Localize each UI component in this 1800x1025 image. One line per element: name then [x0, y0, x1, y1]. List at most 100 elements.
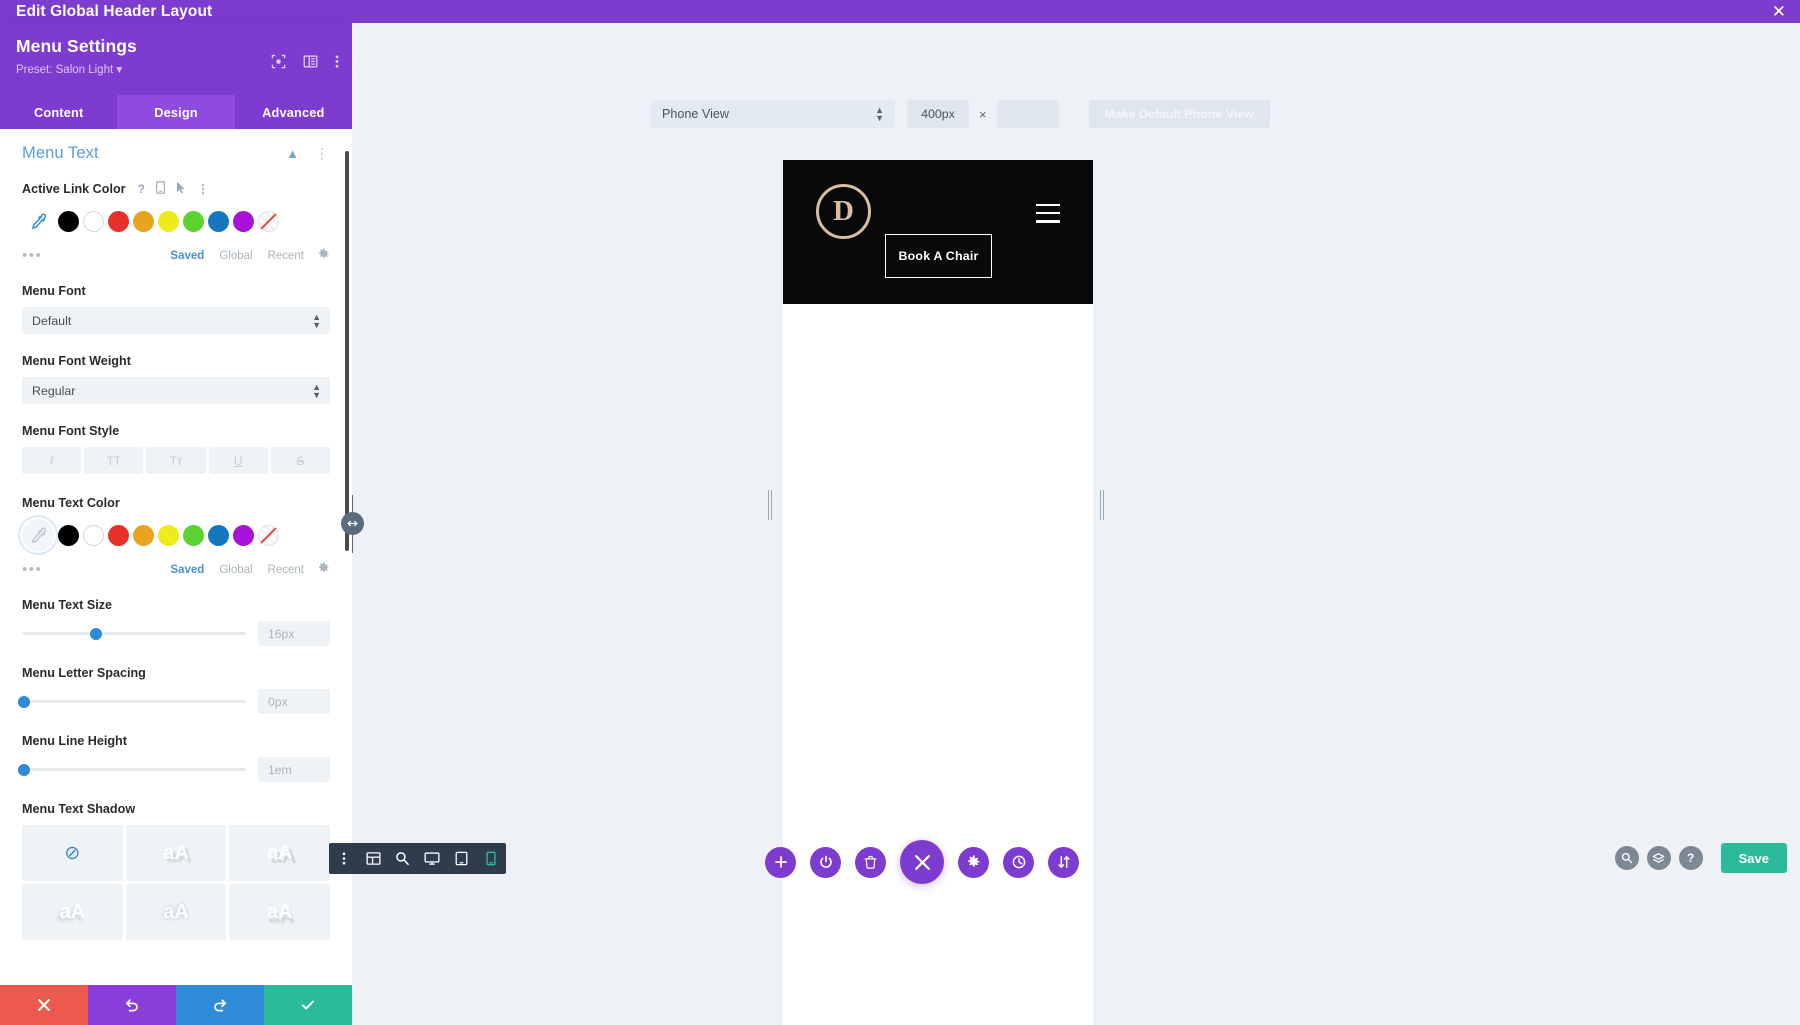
- view-controls: Phone View ▲ ▼ 400px × Make Default Phone…: [650, 100, 1270, 128]
- tablet-view-icon[interactable]: [447, 843, 477, 874]
- italic-button[interactable]: I: [22, 447, 82, 474]
- swatch-white[interactable]: [83, 210, 104, 232]
- swatch-yellow[interactable]: [158, 210, 179, 232]
- preview-header-module[interactable]: D Book A Chair: [783, 160, 1093, 304]
- view-mode-select[interactable]: Phone View ▲ ▼: [650, 100, 895, 128]
- more-options-icon[interactable]: [329, 843, 359, 874]
- slider-knob[interactable]: [18, 763, 31, 776]
- panel-resize-handle[interactable]: [341, 512, 364, 535]
- swatch-transparent[interactable]: [258, 210, 279, 232]
- uppercase-button[interactable]: TT: [84, 447, 144, 474]
- eyedropper-icon[interactable]: [22, 205, 54, 237]
- site-logo[interactable]: D: [816, 184, 871, 239]
- color-tab-saved[interactable]: Saved: [170, 250, 204, 262]
- make-default-phone-view-button[interactable]: Make Default Phone View: [1088, 100, 1270, 128]
- swatch-green[interactable]: [183, 524, 204, 546]
- save-button[interactable]: Save: [1720, 843, 1787, 873]
- help-icon[interactable]: ?: [138, 183, 145, 195]
- discard-button[interactable]: [0, 985, 88, 1025]
- text-shadow-option-1[interactable]: aA: [125, 825, 227, 881]
- menu-font-weight-select[interactable]: Regular ▲ ▼: [22, 377, 330, 404]
- swatch-red[interactable]: [108, 524, 129, 546]
- color-tab-global[interactable]: Global: [219, 564, 252, 576]
- swatch-purple[interactable]: [233, 210, 254, 232]
- underline-button[interactable]: U: [208, 447, 268, 474]
- save-changes-button[interactable]: [264, 985, 352, 1025]
- capitalize-button[interactable]: Tᴛ: [146, 447, 206, 474]
- menu-font-select[interactable]: Default ▲ ▼: [22, 307, 330, 334]
- menu-line-height-input[interactable]: 1em: [258, 757, 330, 782]
- viewport-height-input[interactable]: [996, 100, 1059, 128]
- more-vertical-icon[interactable]: ⋮: [197, 183, 209, 195]
- preview-resize-handle-left[interactable]: [766, 488, 773, 522]
- menu-line-height-slider[interactable]: [18, 763, 246, 776]
- toggle-builder-button[interactable]: [810, 846, 841, 878]
- color-tab-saved[interactable]: Saved: [170, 564, 204, 576]
- phone-view-icon[interactable]: [477, 843, 507, 874]
- text-shadow-none-option[interactable]: ⊘: [22, 825, 123, 881]
- close-icon[interactable]: ✕: [1772, 2, 1786, 21]
- menu-text-size-input[interactable]: 16px: [258, 621, 330, 646]
- zoom-view-icon[interactable]: [388, 843, 418, 874]
- menu-text-size-slider[interactable]: [22, 627, 246, 640]
- swatch-green[interactable]: [183, 210, 204, 232]
- swatch-white[interactable]: [83, 524, 104, 546]
- redo-button[interactable]: [176, 985, 264, 1025]
- layout-columns-icon[interactable]: [303, 54, 318, 74]
- more-colors-icon[interactable]: •••: [22, 247, 155, 264]
- slider-knob[interactable]: [89, 627, 102, 640]
- section-menu-text-header[interactable]: Menu Text ▲ ⋮: [22, 129, 330, 181]
- viewport-width-input[interactable]: 400px: [907, 100, 969, 128]
- add-section-button[interactable]: [765, 846, 796, 878]
- swatch-blue[interactable]: [208, 210, 229, 232]
- tab-advanced[interactable]: Advanced: [235, 95, 352, 129]
- text-shadow-option-3[interactable]: aA: [22, 884, 123, 940]
- text-shadow-option-4[interactable]: aA: [125, 884, 227, 940]
- gear-icon[interactable]: [318, 248, 330, 263]
- swatch-yellow[interactable]: [158, 524, 179, 546]
- menu-letter-spacing-input[interactable]: 0px: [258, 689, 330, 714]
- gear-icon[interactable]: [318, 562, 330, 577]
- color-tab-global[interactable]: Global: [219, 250, 252, 262]
- swatch-blue[interactable]: [208, 524, 229, 546]
- delete-button[interactable]: [855, 846, 886, 878]
- close-menu-button[interactable]: [900, 840, 944, 884]
- swatch-purple[interactable]: [233, 524, 254, 546]
- slider-knob[interactable]: [18, 695, 31, 708]
- portability-button[interactable]: [1048, 846, 1079, 878]
- preview-resize-handle-right[interactable]: [1098, 488, 1105, 522]
- tab-content[interactable]: Content: [0, 95, 117, 129]
- hover-cursor-icon[interactable]: [176, 181, 186, 196]
- swatch-black[interactable]: [58, 210, 79, 232]
- settings-button[interactable]: [958, 846, 989, 878]
- panel-scrollbar[interactable]: [345, 151, 349, 551]
- more-vertical-icon[interactable]: ⋮: [315, 145, 330, 162]
- desktop-view-icon[interactable]: [418, 843, 448, 874]
- eyedropper-icon[interactable]: [22, 519, 54, 551]
- strikethrough-button[interactable]: S: [270, 447, 331, 474]
- hamburger-menu-icon[interactable]: [1036, 204, 1060, 223]
- history-button[interactable]: [1003, 846, 1034, 878]
- more-vertical-icon[interactable]: [335, 54, 339, 74]
- book-a-chair-button[interactable]: Book A Chair: [885, 234, 992, 278]
- focus-icon[interactable]: [271, 54, 286, 74]
- chevron-up-icon[interactable]: ▲: [286, 146, 299, 161]
- text-shadow-option-2[interactable]: aA: [229, 825, 330, 881]
- help-icon[interactable]: ?: [1678, 846, 1703, 870]
- layers-icon[interactable]: [1646, 846, 1671, 870]
- swatch-black[interactable]: [58, 524, 79, 546]
- swatch-transparent[interactable]: [258, 524, 279, 546]
- wireframe-view-icon[interactable]: [359, 843, 389, 874]
- undo-button[interactable]: [88, 985, 176, 1025]
- tab-design[interactable]: Design: [117, 95, 235, 129]
- swatch-orange[interactable]: [133, 524, 154, 546]
- color-tab-recent[interactable]: Recent: [268, 250, 304, 262]
- menu-letter-spacing-slider[interactable]: [18, 695, 246, 708]
- color-tab-recent[interactable]: Recent: [268, 564, 304, 576]
- responsive-phone-icon[interactable]: [156, 181, 165, 196]
- search-icon[interactable]: [1614, 846, 1639, 870]
- text-shadow-option-5[interactable]: aA: [229, 884, 330, 940]
- swatch-red[interactable]: [108, 210, 129, 232]
- swatch-orange[interactable]: [133, 210, 154, 232]
- more-colors-icon[interactable]: •••: [22, 561, 155, 578]
